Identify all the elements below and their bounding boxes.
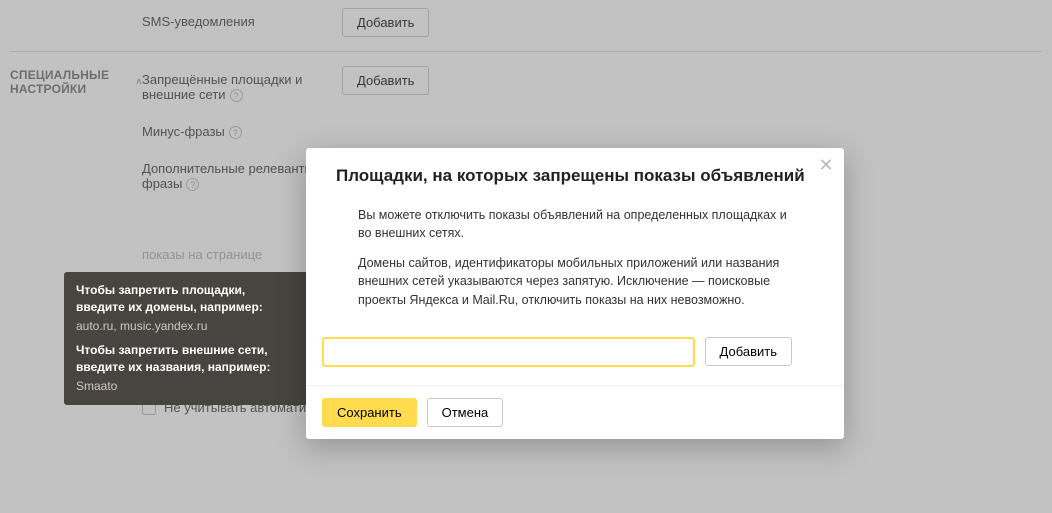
input-tooltip: Чтобы запретить площадки, введите их дом… — [64, 272, 308, 405]
cancel-button[interactable]: Отмена — [427, 398, 504, 427]
tooltip-line-1: Чтобы запретить площадки, введите их дом… — [76, 282, 296, 316]
modal-input-row: Добавить — [306, 337, 844, 385]
close-icon[interactable]: ✕ — [816, 156, 836, 176]
modal-body: Вы можете отключить показы объявлений на… — [306, 198, 844, 337]
page-root: SMS-уведомления Добавить СПЕЦИАЛЬНЫЕ НАС… — [0, 0, 1052, 513]
tooltip-line-2: Чтобы запретить внешние сети, введите их… — [76, 342, 296, 376]
modal-footer: Сохранить Отмена — [306, 385, 844, 439]
modal-title: Площадки, на которых запрещены показы об… — [336, 166, 814, 186]
save-button[interactable]: Сохранить — [322, 398, 417, 427]
tooltip-example-1: auto.ru, music.yandex.ru — [76, 318, 296, 335]
modal-paragraph-1: Вы можете отключить показы объявлений на… — [358, 206, 792, 242]
modal-header: Площадки, на которых запрещены показы об… — [306, 148, 844, 198]
blocked-sites-input[interactable] — [322, 337, 695, 367]
tooltip-example-2: Smaato — [76, 378, 296, 395]
modal-paragraph-2: Домены сайтов, идентификаторы мобильных … — [358, 254, 792, 308]
blocked-sites-modal: ✕ Площадки, на которых запрещены показы … — [306, 148, 844, 439]
modal-add-button[interactable]: Добавить — [705, 337, 792, 366]
